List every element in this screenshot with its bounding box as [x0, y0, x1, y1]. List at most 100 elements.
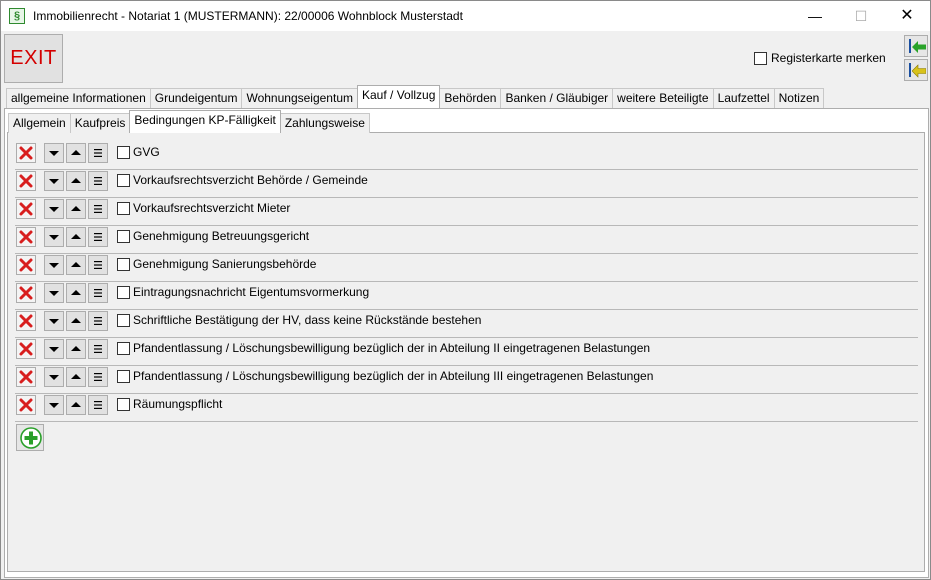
move-up-button[interactable]: [66, 255, 86, 275]
move-up-button[interactable]: [66, 143, 86, 163]
delete-condition-button[interactable]: [16, 395, 36, 415]
move-up-button[interactable]: [66, 395, 86, 415]
condition-menu-button[interactable]: [88, 255, 108, 275]
delete-x-icon: [19, 230, 33, 244]
delete-x-icon: [19, 398, 33, 412]
condition-label: Pfandentlassung / Löschungsbewilligung b…: [133, 369, 654, 383]
move-down-button[interactable]: [44, 171, 64, 191]
sub-tab[interactable]: Bedingungen KP-Fälligkeit: [129, 110, 281, 133]
title-bar: § Immobilienrecht - Notariat 1 (MUSTERMA…: [1, 1, 930, 31]
condition-menu-button[interactable]: [88, 283, 108, 303]
delete-condition-button[interactable]: [16, 199, 36, 219]
condition-label: Räumungspflicht: [133, 397, 223, 411]
sub-tab[interactable]: Allgemein: [8, 113, 71, 133]
condition-checkbox[interactable]: [117, 230, 130, 243]
condition-menu-button[interactable]: [88, 311, 108, 331]
move-up-button[interactable]: [66, 171, 86, 191]
condition-menu-button[interactable]: [88, 395, 108, 415]
condition-menu-button[interactable]: [88, 367, 108, 387]
arrow-down-icon: [49, 151, 59, 156]
move-up-button[interactable]: [66, 227, 86, 247]
move-up-button[interactable]: [66, 311, 86, 331]
move-down-button[interactable]: [44, 283, 64, 303]
main-tab[interactable]: allgemeine Informationen: [6, 88, 151, 108]
main-tab[interactable]: weitere Beteiligte: [612, 88, 714, 108]
menu-lines-icon: [94, 317, 102, 325]
arrow-down-icon: [49, 235, 59, 240]
add-condition-button[interactable]: [16, 424, 44, 451]
move-up-button[interactable]: [66, 283, 86, 303]
move-down-button[interactable]: [44, 395, 64, 415]
nav-prev-button[interactable]: [904, 59, 928, 81]
delete-x-icon: [19, 314, 33, 328]
move-down-button[interactable]: [44, 367, 64, 387]
main-tab[interactable]: Banken / Gläubiger: [500, 88, 614, 108]
move-up-button[interactable]: [66, 367, 86, 387]
conditions-list: GVG Vorkaufsrechtsverzicht Behörde / Geme…: [15, 142, 918, 422]
condition-menu-button[interactable]: [88, 171, 108, 191]
arrow-up-icon: [71, 402, 81, 407]
move-down-button[interactable]: [44, 339, 64, 359]
minimize-button[interactable]: —: [792, 1, 838, 31]
move-down-button[interactable]: [44, 143, 64, 163]
delete-condition-button[interactable]: [16, 227, 36, 247]
remember-tab-option[interactable]: Registerkarte merken: [754, 51, 886, 65]
delete-condition-button[interactable]: [16, 311, 36, 331]
main-tab[interactable]: Notizen: [773, 88, 825, 108]
main-tab[interactable]: Laufzettel: [712, 88, 775, 108]
exit-button[interactable]: EXIT: [4, 34, 63, 83]
close-window-button[interactable]: ✕: [884, 1, 930, 31]
move-down-button[interactable]: [44, 255, 64, 275]
delete-x-icon: [19, 286, 33, 300]
delete-condition-button[interactable]: [16, 283, 36, 303]
sub-tab[interactable]: Kaufpreis: [69, 113, 131, 133]
main-tab[interactable]: Kauf / Vollzug: [357, 85, 441, 108]
condition-checkbox[interactable]: [117, 286, 130, 299]
delete-condition-button[interactable]: [16, 339, 36, 359]
remember-tab-checkbox[interactable]: [754, 51, 767, 65]
nav-first-button[interactable]: [904, 35, 928, 57]
condition-menu-button[interactable]: [88, 227, 108, 247]
condition-label: Schriftliche Bestätigung der HV, dass ke…: [133, 313, 482, 327]
maximize-button[interactable]: ☐: [838, 1, 884, 31]
condition-checkbox[interactable]: [117, 370, 130, 383]
delete-condition-button[interactable]: [16, 367, 36, 387]
nav-prev-arrow-icon: [912, 64, 926, 78]
condition-menu-button[interactable]: [88, 339, 108, 359]
move-up-button[interactable]: [66, 199, 86, 219]
arrow-down-icon: [49, 291, 59, 296]
condition-menu-button[interactable]: [88, 143, 108, 163]
condition-row: Vorkaufsrechtsverzicht Behörde / Gemeind…: [15, 170, 918, 198]
main-tab[interactable]: Wohnungseigentum: [241, 88, 358, 108]
condition-checkbox[interactable]: [117, 202, 130, 215]
arrow-up-icon: [71, 150, 81, 155]
condition-checkbox[interactable]: [117, 342, 130, 355]
remember-tab-label: Registerkarte merken: [771, 51, 886, 65]
condition-checkbox[interactable]: [117, 146, 130, 159]
condition-checkbox[interactable]: [117, 398, 130, 411]
menu-lines-icon: [94, 177, 102, 185]
main-tab[interactable]: Grundeigentum: [149, 88, 243, 108]
condition-menu-button[interactable]: [88, 199, 108, 219]
arrow-down-icon: [49, 263, 59, 268]
arrow-up-icon: [71, 234, 81, 239]
menu-lines-icon: [94, 261, 102, 269]
delete-condition-button[interactable]: [16, 143, 36, 163]
window-title: Immobilienrecht - Notariat 1 (MUSTERMANN…: [33, 9, 463, 23]
condition-label: GVG: [133, 145, 160, 159]
move-down-button[interactable]: [44, 199, 64, 219]
sub-tab[interactable]: Zahlungsweise: [279, 113, 370, 133]
sub-tab-strip: Allgemein Kaufpreis Bedingungen KP-Fälligk…: [8, 110, 370, 133]
condition-checkbox[interactable]: [117, 314, 130, 327]
condition-checkbox[interactable]: [117, 174, 130, 187]
menu-lines-icon: [94, 401, 102, 409]
arrow-up-icon: [71, 290, 81, 295]
delete-condition-button[interactable]: [16, 171, 36, 191]
condition-label: Pfandentlassung / Löschungsbewilligung b…: [133, 341, 651, 355]
move-down-button[interactable]: [44, 227, 64, 247]
delete-condition-button[interactable]: [16, 255, 36, 275]
move-up-button[interactable]: [66, 339, 86, 359]
condition-checkbox[interactable]: [117, 258, 130, 271]
move-down-button[interactable]: [44, 311, 64, 331]
main-tab[interactable]: Behörden: [439, 88, 502, 108]
